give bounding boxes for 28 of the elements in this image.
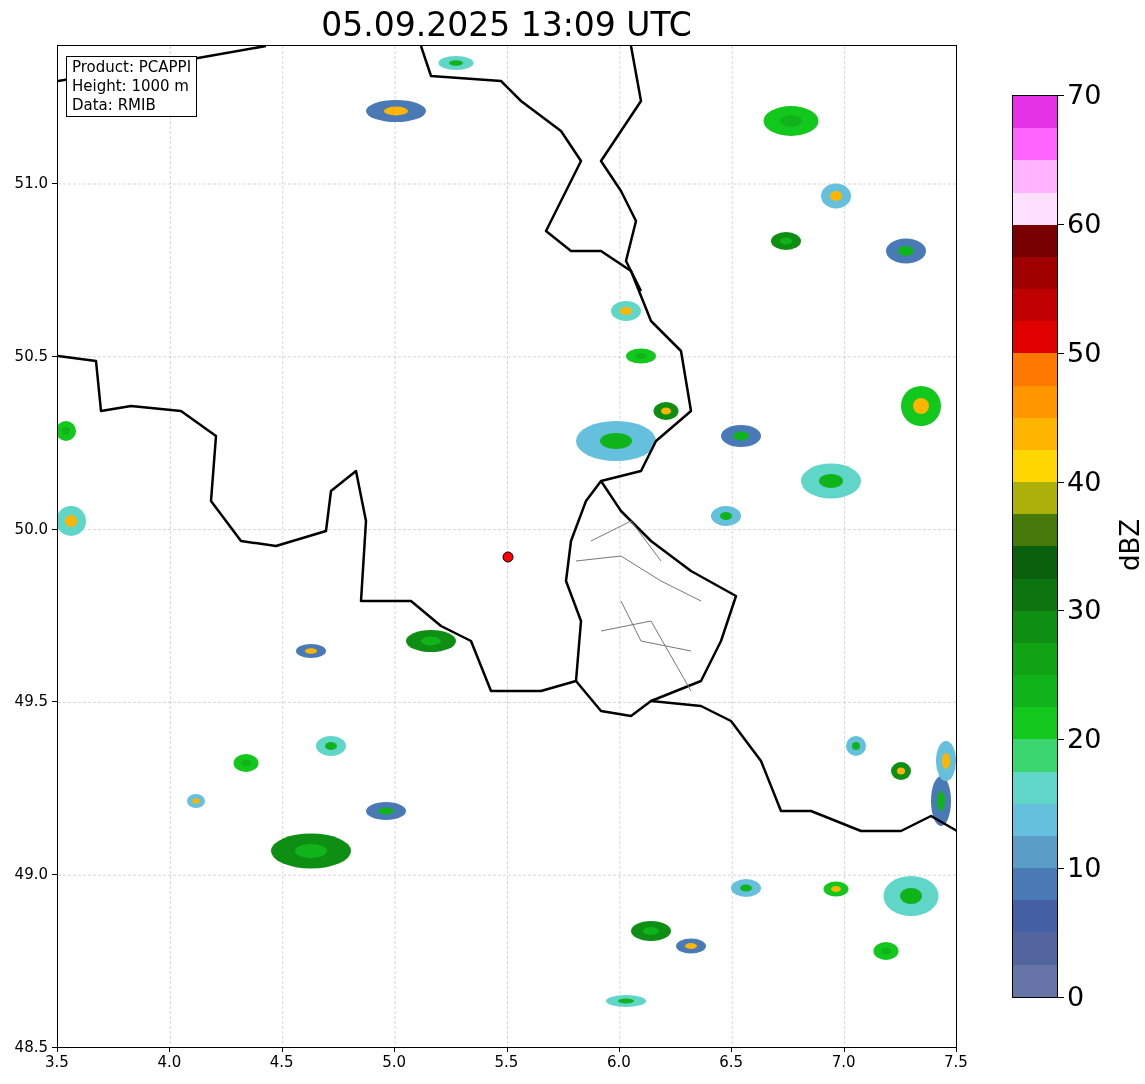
colorbar-tick-label: 0	[1067, 982, 1085, 1012]
colorbar-tick-label: 30	[1067, 595, 1102, 626]
x-tick-label: 4.0	[156, 1053, 183, 1071]
colorbar-tick-label: 40	[1067, 466, 1102, 497]
y-tick-label: 49.5	[13, 692, 48, 711]
info-text: Data: RMIB	[72, 96, 157, 115]
colorbar-tick-label: 20	[1067, 724, 1102, 755]
x-tick-label: 7.0	[830, 1053, 857, 1071]
x-tick-label: 4.5	[268, 1053, 295, 1071]
info-text: Product: PCAPPI	[72, 58, 192, 77]
x-tick-label: 3.5	[44, 1053, 70, 1071]
y-tick-label: 51.0	[13, 174, 48, 192]
x-tick-label: 6.0	[605, 1053, 632, 1071]
x-tick-label: 5.0	[381, 1053, 408, 1071]
y-tick-label: 49.0	[13, 865, 48, 884]
chart-title: 05.09.2025 13:09 UTC	[320, 4, 693, 46]
colorbar-tick-label: 60	[1067, 208, 1102, 239]
x-tick-label: 7.5	[943, 1053, 969, 1071]
y-tick-label: 48.5	[13, 1038, 48, 1056]
info-text: Height: 1000 m	[72, 77, 190, 96]
y-tick-label: 50.0	[13, 519, 48, 538]
y-tick-label: 50.5	[13, 346, 48, 365]
colorbar-tick-label: 70	[1067, 80, 1102, 110]
x-tick-label: 5.5	[493, 1053, 520, 1071]
x-tick-label: 6.5	[718, 1053, 745, 1071]
colorbar-label: dBZ	[1115, 518, 1145, 572]
colorbar-tick-label: 50	[1067, 337, 1102, 368]
colorbar-tick-label: 10	[1067, 853, 1102, 884]
